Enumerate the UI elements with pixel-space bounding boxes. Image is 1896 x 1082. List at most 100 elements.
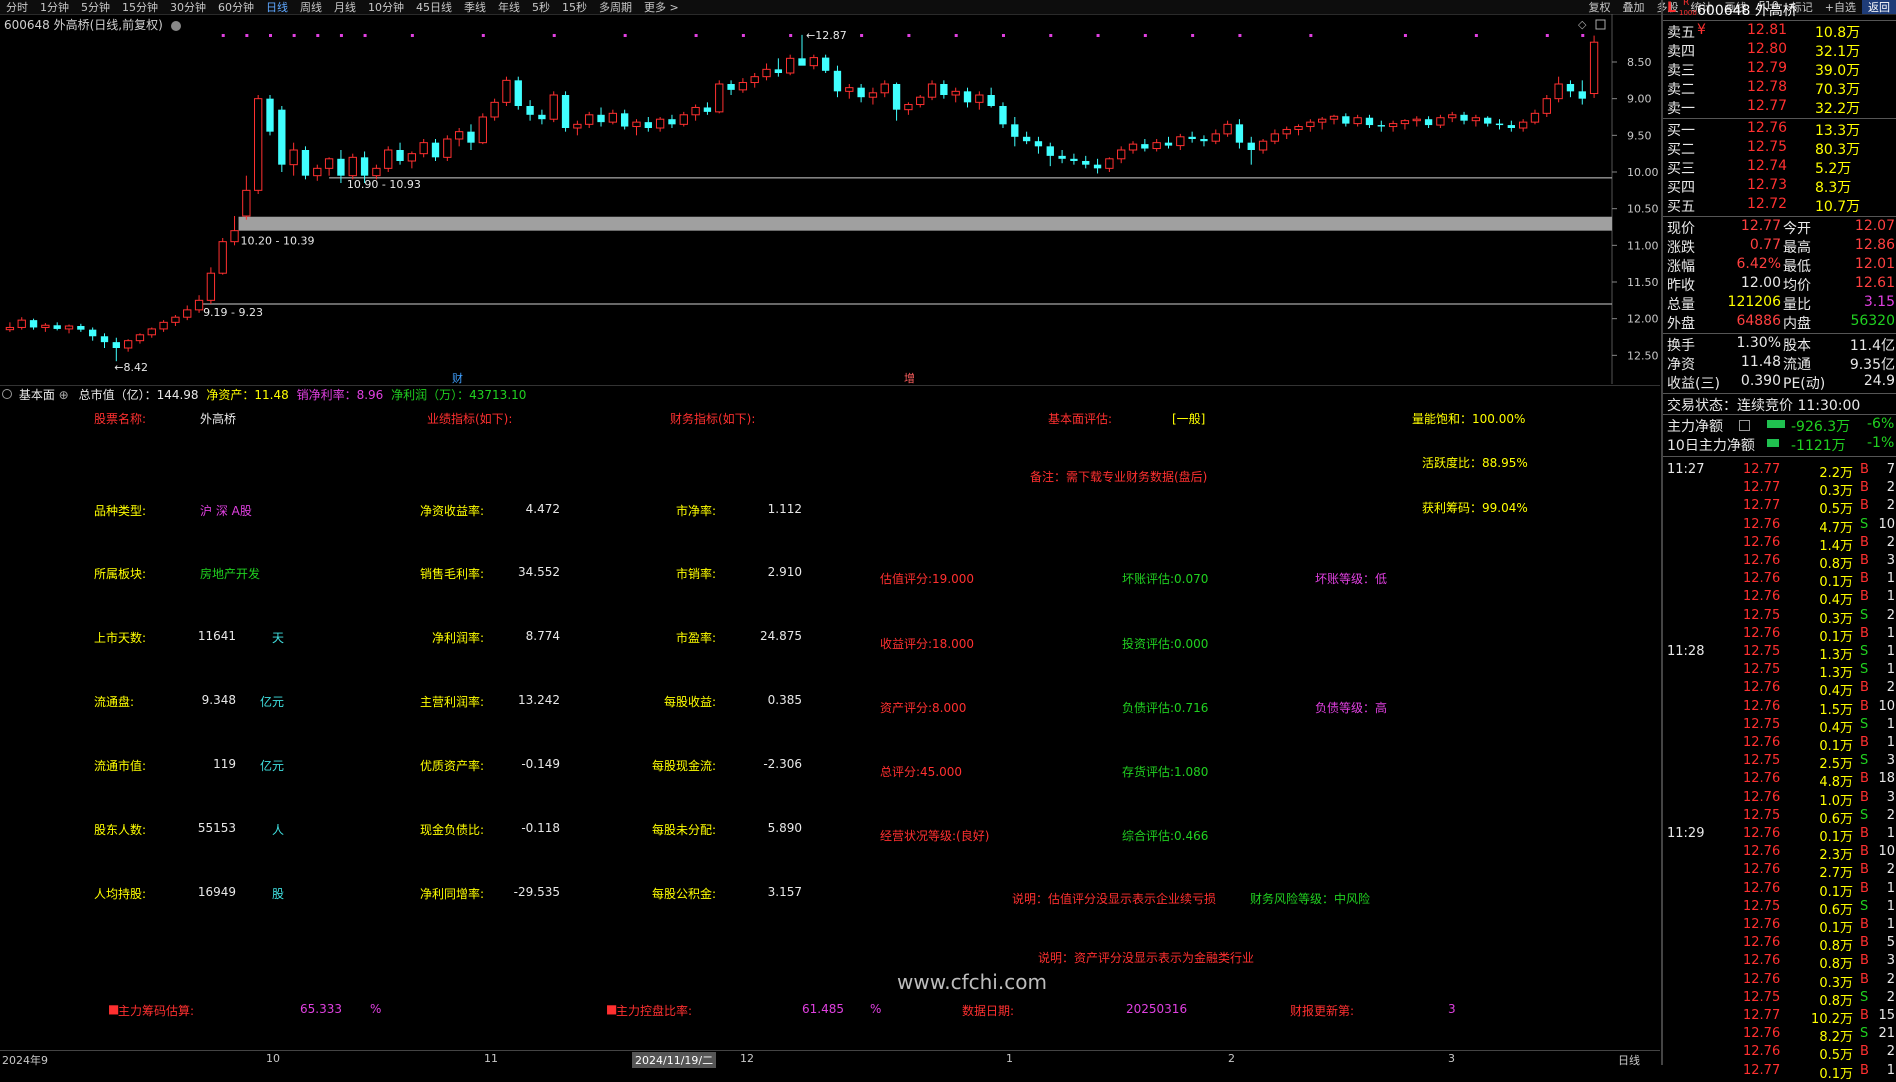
gear-icon[interactable]: ⊕ bbox=[59, 388, 69, 402]
candle[interactable] bbox=[644, 117, 652, 132]
candle[interactable] bbox=[1128, 141, 1138, 154]
candle[interactable] bbox=[1342, 113, 1350, 127]
candle[interactable] bbox=[1247, 136, 1255, 165]
candle[interactable] bbox=[1589, 35, 1599, 98]
candle[interactable] bbox=[809, 54, 818, 70]
increase-marker[interactable]: 增 bbox=[904, 371, 915, 384]
candle[interactable] bbox=[1046, 142, 1054, 167]
candle[interactable] bbox=[1318, 117, 1327, 130]
kline-chart[interactable]: 12.50 12.00 11.50 11.00 10.50 10.00 9.50 9.00 8.… bbox=[0, 14, 1660, 384]
ask-row[interactable]: 卖三 12.79 39.0万 bbox=[1667, 60, 1895, 79]
candle[interactable] bbox=[762, 63, 771, 81]
toolbar-button[interactable]: 叠加 bbox=[1616, 0, 1650, 14]
candle[interactable] bbox=[1495, 119, 1504, 130]
candle[interactable] bbox=[1034, 136, 1043, 154]
candle[interactable] bbox=[987, 87, 995, 108]
candle[interactable] bbox=[786, 54, 795, 76]
candle[interactable] bbox=[64, 324, 74, 334]
candle[interactable] bbox=[715, 80, 724, 114]
candle[interactable] bbox=[396, 142, 404, 165]
candle[interactable] bbox=[632, 119, 641, 136]
candle[interactable] bbox=[880, 80, 889, 98]
candle[interactable] bbox=[798, 34, 806, 66]
candle[interactable] bbox=[490, 98, 499, 121]
candle[interactable] bbox=[1152, 139, 1161, 152]
period-tab[interactable]: 45日线 bbox=[410, 0, 458, 14]
candle[interactable] bbox=[1329, 114, 1339, 125]
candle[interactable] bbox=[1223, 120, 1232, 137]
candle[interactable] bbox=[727, 80, 735, 95]
candle[interactable] bbox=[892, 82, 901, 121]
period-tab[interactable]: 10分钟 bbox=[362, 0, 410, 14]
candle[interactable] bbox=[585, 111, 594, 128]
candle[interactable] bbox=[845, 84, 854, 99]
period-tab[interactable]: 季线 bbox=[458, 0, 492, 14]
candle[interactable] bbox=[1554, 76, 1563, 103]
candle[interactable] bbox=[1578, 80, 1586, 105]
candle[interactable] bbox=[1270, 129, 1280, 145]
candle[interactable] bbox=[1412, 116, 1421, 127]
candle[interactable] bbox=[502, 76, 511, 106]
candle[interactable] bbox=[1058, 150, 1066, 164]
candle[interactable] bbox=[194, 295, 204, 313]
period-tab[interactable]: 日线 bbox=[260, 0, 294, 14]
candle[interactable] bbox=[514, 76, 522, 110]
fund-icon[interactable] bbox=[2, 389, 12, 399]
candle[interactable] bbox=[454, 128, 464, 147]
candle[interactable] bbox=[1294, 124, 1303, 136]
period-tab[interactable]: 30分钟 bbox=[164, 0, 212, 14]
candle[interactable] bbox=[927, 80, 937, 101]
candle[interactable] bbox=[857, 84, 865, 103]
candle[interactable] bbox=[999, 102, 1007, 128]
ask-row[interactable]: 卖二 12.78 70.3万 bbox=[1667, 79, 1895, 98]
period-tab[interactable]: 多周期 bbox=[593, 0, 638, 14]
period-tab[interactable]: 15分钟 bbox=[116, 0, 164, 14]
candle[interactable] bbox=[1211, 129, 1220, 145]
period-tab[interactable]: 更多 > bbox=[638, 0, 685, 14]
candle[interactable] bbox=[1353, 114, 1362, 127]
candle[interactable] bbox=[1460, 111, 1468, 125]
candle[interactable] bbox=[1282, 126, 1291, 139]
candle[interactable] bbox=[324, 157, 334, 176]
diamond-icon[interactable]: ◇ bbox=[1578, 18, 1587, 31]
ask-row[interactable]: 卖五 ¥12.81 10.8万 bbox=[1667, 22, 1895, 41]
candle[interactable] bbox=[29, 318, 38, 330]
expand-icon[interactable] bbox=[1739, 420, 1750, 431]
candle[interactable] bbox=[123, 339, 133, 352]
candle[interactable] bbox=[1377, 120, 1385, 132]
dropdown-icon[interactable] bbox=[170, 20, 181, 31]
candle[interactable] bbox=[679, 111, 688, 127]
candle[interactable] bbox=[218, 238, 227, 275]
window-icon[interactable] bbox=[1595, 19, 1606, 30]
candle[interactable] bbox=[1011, 117, 1019, 147]
bid-row[interactable]: 买四 12.73 8.3万 bbox=[1667, 177, 1895, 196]
candle[interactable] bbox=[1188, 131, 1196, 143]
candle[interactable] bbox=[526, 100, 534, 121]
candle[interactable] bbox=[1235, 119, 1244, 149]
candle[interactable] bbox=[1070, 153, 1078, 165]
period-tab[interactable]: 60分钟 bbox=[212, 0, 260, 14]
candle[interactable] bbox=[41, 323, 50, 332]
candle[interactable] bbox=[135, 333, 145, 344]
candle[interactable] bbox=[916, 95, 925, 108]
candle[interactable] bbox=[289, 142, 298, 176]
candle[interactable] bbox=[278, 106, 286, 172]
candle[interactable] bbox=[1141, 139, 1149, 152]
candle[interactable] bbox=[1200, 135, 1208, 147]
candle[interactable] bbox=[1117, 146, 1126, 164]
candle[interactable] bbox=[183, 305, 192, 321]
bid-row[interactable]: 买一 12.76 13.3万 bbox=[1667, 120, 1895, 139]
period-tab[interactable]: 分时 bbox=[0, 0, 34, 14]
candle[interactable] bbox=[159, 320, 168, 332]
bid-row[interactable]: 买五 12.72 10.7万 bbox=[1667, 196, 1895, 215]
kline-chart-area[interactable]: 12.50 12.00 11.50 11.00 10.50 10.00 9.50 9.00 8.… bbox=[0, 14, 1660, 384]
candle[interactable] bbox=[1484, 116, 1492, 127]
bid-row[interactable]: 买三 12.74 5.2万 bbox=[1667, 158, 1895, 177]
candle[interactable] bbox=[1448, 111, 1457, 123]
candle[interactable] bbox=[549, 91, 558, 123]
candle[interactable] bbox=[1022, 131, 1031, 145]
period-tab[interactable]: 5秒 bbox=[526, 0, 556, 14]
candle[interactable] bbox=[1424, 116, 1433, 128]
candle[interactable] bbox=[1176, 133, 1185, 150]
period-tab[interactable]: 年线 bbox=[492, 0, 526, 14]
